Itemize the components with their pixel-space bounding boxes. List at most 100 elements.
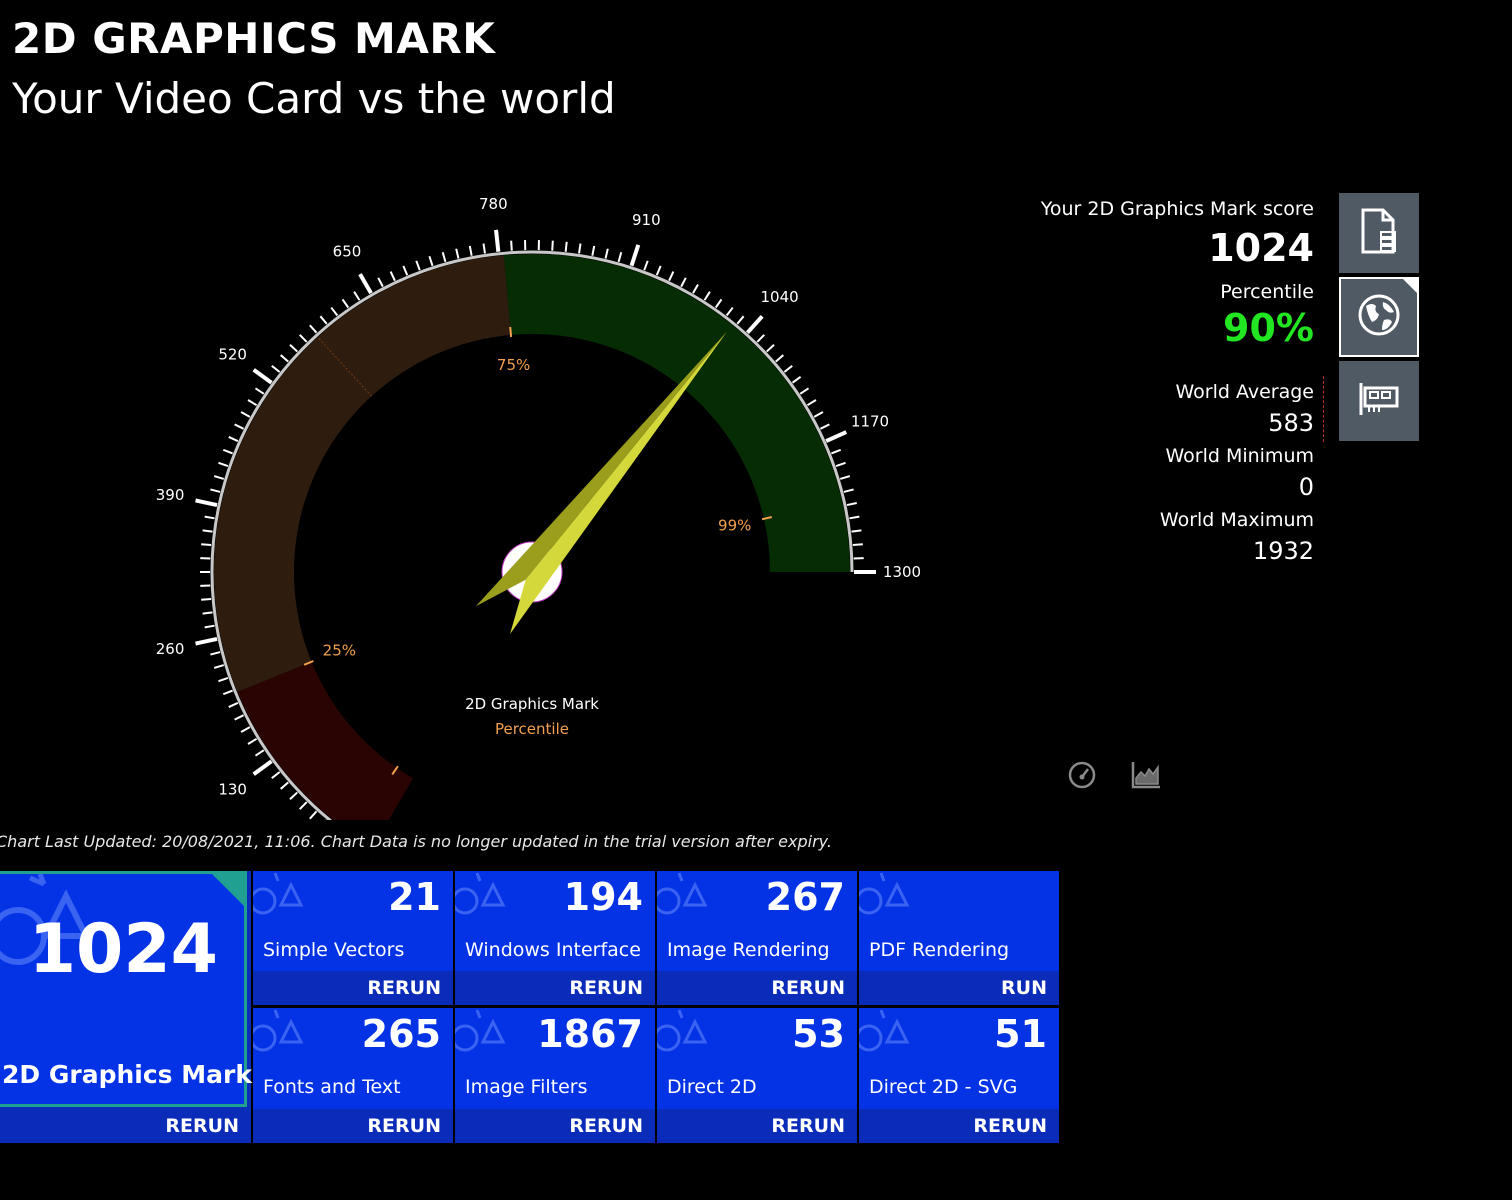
- video-card-icon: [1357, 379, 1401, 423]
- minor-tick: [247, 399, 258, 407]
- minor-tick: [228, 436, 239, 442]
- minor-tick: [852, 543, 863, 547]
- minor-tick: [835, 461, 846, 468]
- test-score: 267: [765, 875, 845, 919]
- shapes-icon: [859, 872, 910, 915]
- minor-tick: [202, 611, 213, 615]
- document-list-button[interactable]: [1339, 193, 1419, 273]
- main-rerun-button[interactable]: RERUN: [0, 1109, 251, 1143]
- test-tile-image-rendering[interactable]: 267 Image Rendering RERUN: [657, 871, 857, 1005]
- minor-tick: [309, 324, 318, 334]
- minor-tick: [289, 344, 298, 353]
- test-tile-direct-2d[interactable]: 53 Direct 2D RERUN: [657, 1008, 857, 1143]
- tick-label: 650: [333, 243, 362, 261]
- minor-tick: [213, 664, 225, 669]
- test-tile-direct-2d-svg[interactable]: 51 Direct 2D - SVG RERUN: [859, 1008, 1059, 1143]
- minor-tick: [849, 515, 860, 520]
- minor-tick: [240, 411, 251, 418]
- page-subtitle: Your Video Card vs the world: [12, 74, 616, 123]
- minor-tick: [775, 354, 784, 363]
- rerun-label: RERUN: [367, 1115, 441, 1137]
- percentile-tick: [509, 326, 513, 338]
- speedometer-icon[interactable]: [1067, 760, 1097, 790]
- area-chart-icon[interactable]: [1131, 760, 1161, 790]
- world-average-value: 583: [1268, 409, 1314, 437]
- test-name: PDF Rendering: [869, 939, 1010, 961]
- test-name: Image Filters: [465, 1076, 588, 1098]
- test-tile-fonts-and-text[interactable]: 265 Fonts and Text RERUN: [253, 1008, 453, 1143]
- main-score-tile[interactable]: 1024 2D Graphics Mark RERUN: [0, 871, 252, 1143]
- minor-tick: [204, 515, 215, 520]
- test-name: Direct 2D - SVG: [869, 1076, 1018, 1098]
- world-minimum-value: 0: [1298, 473, 1314, 501]
- rerun-label: RERUN: [973, 1115, 1047, 1137]
- page-title: 2D GRAPHICS MARK: [12, 14, 496, 63]
- tick-label: 520: [218, 346, 247, 364]
- video-card-button[interactable]: [1339, 361, 1419, 441]
- rerun-button[interactable]: RERUN: [859, 1109, 1059, 1143]
- minor-tick: [202, 529, 213, 533]
- rerun-button[interactable]: RERUN: [657, 971, 857, 1005]
- test-tile-image-filters[interactable]: 1867 Image Filters RERUN: [455, 1008, 655, 1143]
- tick-label: 1040: [760, 288, 798, 306]
- rerun-button[interactable]: RERUN: [253, 971, 453, 1005]
- shapes-icon: [253, 1009, 304, 1052]
- major-tick: [745, 315, 764, 335]
- test-tile-simple-vectors[interactable]: 21 Simple Vectors RERUN: [253, 871, 453, 1005]
- minor-tick: [240, 726, 251, 733]
- minor-tick: [280, 354, 289, 363]
- rerun-button[interactable]: RERUN: [455, 1109, 655, 1143]
- test-tile-windows-interface[interactable]: 194 Windows Interface RERUN: [455, 871, 655, 1005]
- gauge-band: [237, 661, 413, 820]
- world-maximum-value: 1932: [1252, 537, 1314, 565]
- minor-tick: [643, 260, 649, 271]
- main-rerun-label: RERUN: [165, 1115, 239, 1137]
- minor-tick: [851, 529, 862, 533]
- minor-tick: [428, 255, 434, 267]
- minor-tick: [441, 251, 447, 263]
- document-list-icon: [1357, 207, 1401, 259]
- rerun-button[interactable]: RERUN: [657, 1109, 857, 1143]
- world-comparison-button[interactable]: [1339, 277, 1419, 357]
- shapes-icon: [253, 872, 304, 915]
- minor-tick: [298, 334, 308, 343]
- world-maximum-label: World Maximum: [1159, 509, 1314, 531]
- test-tile-pdf-rendering[interactable]: PDF Rendering RUN: [859, 871, 1059, 1005]
- major-tick: [825, 430, 848, 443]
- score-value: 1024: [1208, 226, 1314, 270]
- minor-tick: [330, 306, 339, 317]
- minor-tick: [756, 334, 766, 343]
- major-tick: [252, 368, 273, 385]
- minor-tick: [783, 364, 793, 373]
- minor-tick: [799, 387, 810, 395]
- minor-tick: [218, 461, 229, 468]
- percentile-label: 25%: [323, 641, 356, 659]
- minor-tick: [271, 771, 281, 780]
- tick-label: 130: [218, 780, 247, 798]
- minor-tick: [271, 364, 281, 373]
- shapes-icon: [657, 1009, 708, 1052]
- rerun-label: RERUN: [569, 1115, 643, 1137]
- percentile-label: 99%: [718, 516, 751, 534]
- rerun-label: RERUN: [771, 1115, 845, 1137]
- percentile-label: Percentile: [1220, 281, 1314, 303]
- minor-tick: [309, 810, 318, 820]
- minor-tick: [806, 399, 817, 407]
- rerun-button[interactable]: RERUN: [253, 1109, 453, 1143]
- minor-tick: [791, 376, 802, 384]
- minor-tick: [247, 737, 258, 745]
- minor-tick: [254, 387, 265, 395]
- minor-tick: [280, 781, 289, 790]
- minor-tick: [510, 240, 513, 251]
- rerun-button[interactable]: RERUN: [455, 971, 655, 1005]
- gauge-needle: [475, 331, 728, 635]
- minor-tick: [617, 251, 623, 263]
- test-score: 53: [792, 1012, 845, 1056]
- minor-tick: [222, 448, 233, 455]
- minor-tick: [234, 423, 245, 430]
- test-score: 265: [361, 1012, 441, 1056]
- rerun-label: RERUN: [771, 977, 845, 999]
- globe-icon: [1356, 292, 1402, 342]
- run-button[interactable]: RUN: [859, 971, 1059, 1005]
- rerun-label: RERUN: [569, 977, 643, 999]
